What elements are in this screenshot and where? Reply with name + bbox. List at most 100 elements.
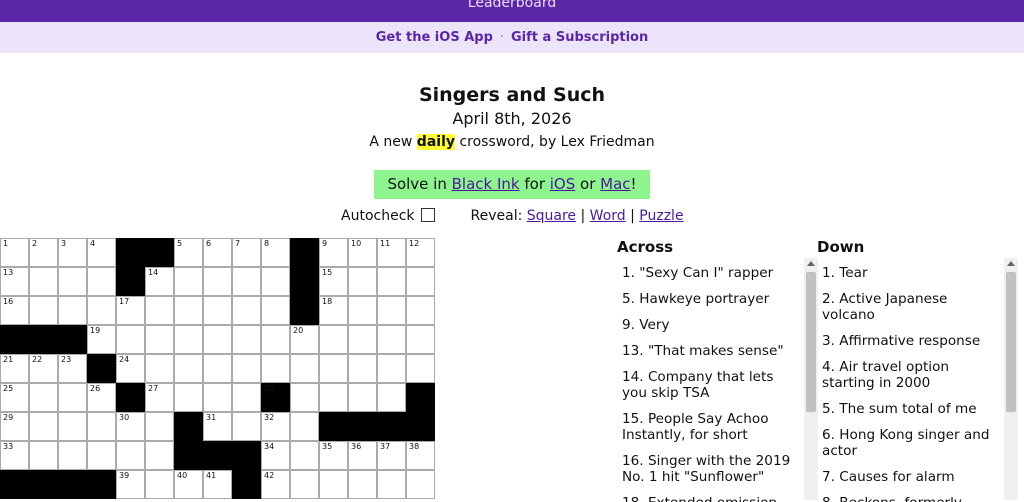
grid-cell[interactable] <box>261 267 290 296</box>
ios-app-link[interactable]: Get the iOS App <box>376 30 493 45</box>
grid-cell[interactable] <box>203 383 232 412</box>
scroll-thumb[interactable] <box>806 272 816 412</box>
grid-cell[interactable] <box>232 383 261 412</box>
across-clue[interactable]: 18. Extended omission <box>617 492 802 502</box>
grid-cell[interactable] <box>377 383 406 412</box>
grid-cell[interactable]: 24 <box>116 354 145 383</box>
grid-cell[interactable] <box>406 470 435 499</box>
scroll-thumb[interactable] <box>1006 272 1016 412</box>
across-clue[interactable]: 9. Very <box>617 314 802 340</box>
grid-cell[interactable]: 42 <box>261 470 290 499</box>
grid-cell[interactable] <box>174 354 203 383</box>
grid-cell[interactable] <box>145 441 174 470</box>
grid-cell[interactable] <box>58 267 87 296</box>
grid-cell[interactable] <box>290 470 319 499</box>
grid-cell[interactable] <box>348 470 377 499</box>
grid-cell[interactable] <box>348 296 377 325</box>
grid-cell[interactable] <box>174 383 203 412</box>
grid-cell[interactable] <box>406 325 435 354</box>
grid-cell[interactable]: 26 <box>87 383 116 412</box>
grid-cell[interactable] <box>58 412 87 441</box>
across-clue[interactable]: 15. People Say Achoo Instantly, for shor… <box>617 408 802 450</box>
grid-cell[interactable]: 10 <box>348 238 377 267</box>
grid-cell[interactable]: 32 <box>261 412 290 441</box>
grid-cell[interactable]: 30 <box>116 412 145 441</box>
grid-cell[interactable] <box>174 267 203 296</box>
down-clue[interactable]: 7. Causes for alarm <box>817 466 1002 492</box>
across-scrollbar[interactable] <box>804 258 818 500</box>
reveal-puzzle-link[interactable]: Puzzle <box>639 208 683 224</box>
grid-cell[interactable] <box>348 267 377 296</box>
grid-cell[interactable]: 35 <box>319 441 348 470</box>
black-ink-link[interactable]: Black Ink <box>452 175 520 193</box>
grid-cell[interactable] <box>377 470 406 499</box>
grid-cell[interactable] <box>348 325 377 354</box>
down-clue[interactable]: 3. Affirmative response <box>817 330 1002 356</box>
grid-cell[interactable]: 1 <box>0 238 29 267</box>
grid-cell[interactable] <box>29 412 58 441</box>
grid-cell[interactable] <box>406 267 435 296</box>
autocheck-checkbox[interactable] <box>420 208 435 222</box>
grid-cell[interactable] <box>58 296 87 325</box>
grid-cell[interactable] <box>377 296 406 325</box>
grid-cell[interactable] <box>145 296 174 325</box>
grid-cell[interactable]: 16 <box>0 296 29 325</box>
grid-cell[interactable] <box>290 354 319 383</box>
grid-cell[interactable] <box>29 383 58 412</box>
grid-cell[interactable]: 9 <box>319 238 348 267</box>
grid-cell[interactable] <box>261 296 290 325</box>
grid-cell[interactable]: 38 <box>406 441 435 470</box>
grid-cell[interactable] <box>87 412 116 441</box>
down-scrollbar[interactable] <box>1004 258 1018 500</box>
grid-cell[interactable] <box>232 325 261 354</box>
gift-subscription-link[interactable]: Gift a Subscription <box>511 30 648 45</box>
grid-cell[interactable] <box>203 354 232 383</box>
grid-cell[interactable] <box>87 296 116 325</box>
mac-link[interactable]: Mac <box>600 175 630 193</box>
across-clue[interactable]: 13. "That makes sense" <box>617 340 802 366</box>
grid-cell[interactable] <box>290 383 319 412</box>
grid-cell[interactable] <box>145 412 174 441</box>
grid-cell[interactable] <box>319 325 348 354</box>
grid-cell[interactable]: 4 <box>87 238 116 267</box>
grid-cell[interactable] <box>145 470 174 499</box>
grid-cell[interactable]: 19 <box>87 325 116 354</box>
grid-cell[interactable]: 5 <box>174 238 203 267</box>
grid-cell[interactable]: 11 <box>377 238 406 267</box>
grid-cell[interactable]: 13 <box>0 267 29 296</box>
grid-cell[interactable]: 14 <box>145 267 174 296</box>
grid-cell[interactable] <box>87 441 116 470</box>
grid-cell[interactable]: 36 <box>348 441 377 470</box>
across-clue[interactable]: 16. Singer with the 2019 No. 1 hit "Sunf… <box>617 450 802 492</box>
grid-cell[interactable] <box>87 267 116 296</box>
grid-cell[interactable]: 27 <box>145 383 174 412</box>
grid-cell[interactable] <box>29 267 58 296</box>
grid-cell[interactable]: 29 <box>0 412 29 441</box>
grid-cell[interactable]: 12 <box>406 238 435 267</box>
grid-cell[interactable]: 8 <box>261 238 290 267</box>
grid-cell[interactable]: 37 <box>377 441 406 470</box>
grid-cell[interactable] <box>290 412 319 441</box>
grid-cell[interactable] <box>145 354 174 383</box>
grid-cell[interactable] <box>261 354 290 383</box>
down-clue[interactable]: 2. Active Japanese volcano <box>817 288 1002 330</box>
grid-cell[interactable]: 18 <box>319 296 348 325</box>
grid-cell[interactable] <box>348 383 377 412</box>
reveal-square-link[interactable]: Square <box>527 208 576 224</box>
down-clue[interactable]: 1. Tear <box>817 262 1002 288</box>
grid-cell[interactable] <box>319 470 348 499</box>
grid-cell[interactable]: 17 <box>116 296 145 325</box>
across-clue[interactable]: 1. "Sexy Can I" rapper <box>617 262 802 288</box>
grid-cell[interactable]: 40 <box>174 470 203 499</box>
grid-cell[interactable] <box>174 325 203 354</box>
grid-cell[interactable] <box>203 267 232 296</box>
grid-cell[interactable]: 6 <box>203 238 232 267</box>
grid-cell[interactable]: 2 <box>29 238 58 267</box>
scroll-up-arrow-icon[interactable] <box>1007 261 1015 266</box>
grid-cell[interactable] <box>348 354 377 383</box>
grid-cell[interactable] <box>203 325 232 354</box>
grid-cell[interactable] <box>29 296 58 325</box>
grid-cell[interactable]: 25 <box>0 383 29 412</box>
grid-cell[interactable] <box>232 296 261 325</box>
grid-cell[interactable] <box>377 325 406 354</box>
